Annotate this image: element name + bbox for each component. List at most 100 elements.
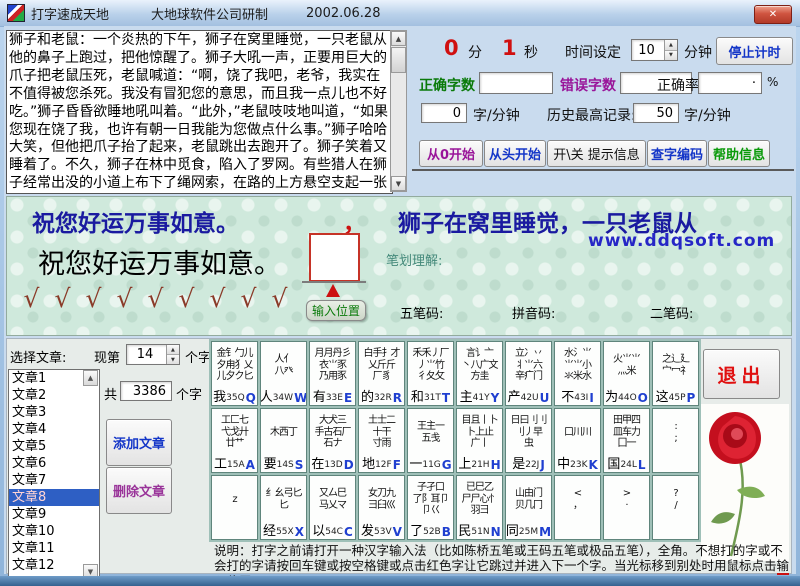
wubi-roots: 之辶廴宀冖礻 — [653, 342, 698, 389]
spin-up-icon[interactable]: ▲ — [167, 345, 179, 355]
wubi-roots: 立冫丷丬⺌六辛疒门 — [506, 342, 551, 389]
wubi-key-cell[interactable]: 水氵⺌⺌⺌小氺米水不43II — [554, 341, 601, 406]
timer-seconds-label: 秒 — [524, 42, 538, 62]
total-chars-unit: 个字 — [176, 384, 202, 403]
time-setting-value: 10 — [638, 43, 658, 58]
article-list-scrollbar[interactable]: ▲ ▼ — [82, 369, 99, 581]
wubi-key-label: 我35QQ — [212, 389, 257, 405]
spin-down-icon[interactable]: ▼ — [665, 51, 677, 61]
wubi-roots: 言讠亠丶八广文方圭 — [457, 342, 502, 389]
wubi-key-label — [212, 523, 257, 539]
wubi-key-label: 为44OO — [604, 389, 649, 405]
erbi-code-label: 二笔码: — [650, 303, 693, 322]
scroll-up-button[interactable]: ▲ — [391, 31, 406, 46]
wubi-key-cell[interactable]: 日曰刂刂刂丿早虫是22JJ — [505, 408, 552, 473]
wubi-key-cell[interactable]: 女刀九彐臼巛发53VV — [358, 475, 405, 540]
source-text-area[interactable]: 狮子和老鼠：一个炎热的下午，狮子在窝里睡觉，一只老鼠从他的鼻子上跑过，把他惊醒了… — [6, 30, 393, 194]
help-button[interactable]: 帮助信息 — [708, 140, 770, 167]
wubi-roots: 金钅勹儿夕甪犭乂儿夕ク匕 — [212, 342, 257, 389]
add-article-button[interactable]: 添加文章 — [106, 419, 172, 466]
wubi-roots: 大犬三手古石厂石ナ — [310, 409, 355, 456]
restart-from-top-button[interactable]: 从头开始 — [484, 140, 546, 167]
wubi-roots: :; — [653, 409, 698, 456]
exit-button[interactable]: 退出 — [703, 349, 780, 399]
wubi-key-label: 工15AA — [212, 456, 257, 472]
wubi-key-cell[interactable]: 大犬三手古石厂石ナ在13DD — [309, 408, 356, 473]
wubi-key-cell[interactable]: 山由门贝几冂同25MM — [505, 475, 552, 540]
window-date: 2002.06.28 — [306, 6, 380, 21]
list-scroll-up-button[interactable]: ▲ — [83, 370, 98, 386]
input-position-button[interactable]: 输入位置 — [306, 300, 366, 321]
scroll-up-icon: ▲ — [88, 374, 93, 382]
wubi-key-cell[interactable]: 口川川中23KK — [554, 408, 601, 473]
wubi-key-cell[interactable]: 子孑口了阝耳卩卩巜了52BB — [407, 475, 454, 540]
scroll-up-icon: ▲ — [396, 35, 401, 43]
wubi-key-cell[interactable]: 月月丹彡衣⺌豕乃用豕有33EE — [309, 341, 356, 406]
wubi-key-cell[interactable]: 土士二十干寸雨地12FF — [358, 408, 405, 473]
time-unit-label: 分钟 — [684, 42, 712, 62]
wubi-key-cell[interactable]: 之辶廴宀冖礻这45PP — [652, 341, 699, 406]
wubi-key-cell[interactable]: 纟幺弓匕匕经55XX — [260, 475, 307, 540]
check-mark-icon: √ — [78, 284, 109, 313]
toggle-hint-button[interactable]: 开\关 提示信息 — [547, 140, 646, 167]
text-scrollbar[interactable]: ▲ ▼ — [390, 30, 407, 192]
current-char-spinner[interactable]: 14 ▲ ▼ — [126, 344, 180, 365]
record-unit-label: 字/分钟 — [684, 105, 731, 125]
stop-timer-button[interactable]: 停止计时 — [716, 37, 793, 65]
wubi-key-cell[interactable]: 木西丁要14SS — [260, 408, 307, 473]
check-mark-icon: √ — [171, 284, 202, 313]
input-box-underline — [302, 281, 366, 283]
time-setting-spinner[interactable]: 10 ▲ ▼ — [631, 39, 678, 61]
wubi-key-cell[interactable]: z — [211, 475, 258, 540]
wubi-key-cell[interactable]: 目且丨卜卜上止广丨上21HH — [456, 408, 503, 473]
wubi-key-cell[interactable]: 言讠亠丶八广文方圭主41YY — [456, 341, 503, 406]
wubi-roots: 禾禾丿厂丿⺌竹彳夂攵 — [408, 342, 453, 389]
wubi-key-label: 国24LL — [604, 456, 649, 472]
stroke-hint-label: 笔划理解: — [386, 250, 442, 269]
wubi-roots: 女刀九彐臼巛 — [359, 476, 404, 523]
wubi-key-cell[interactable]: <， — [554, 475, 601, 540]
close-button[interactable]: ✕ — [754, 5, 792, 24]
window-subtitle: 大地球软件公司研制 — [151, 4, 268, 23]
wubi-roots: 又厶巳马乂マ — [310, 476, 355, 523]
current-char-unit: 个字 — [185, 347, 211, 366]
wubi-key-cell[interactable]: :; — [652, 408, 699, 473]
delete-article-button[interactable]: 删除文章 — [106, 467, 172, 514]
wubi-roots: <， — [555, 476, 600, 523]
stats-separator — [412, 169, 794, 171]
source-text: 狮子和老鼠：一个炎热的下午，狮子在窝里睡觉，一只老鼠从他的鼻子上跑过，把他惊醒了… — [9, 32, 388, 194]
wubi-key-cell[interactable]: 又厶巳马乂マ以54CC — [309, 475, 356, 540]
wubi-key-cell[interactable]: 王主一五戋一11GG — [407, 408, 454, 473]
wubi-key-cell[interactable]: 已巳乙尸尸心忄羽⺕民51NN — [456, 475, 503, 540]
select-article-label: 选择文章: — [10, 347, 66, 366]
title-bar[interactable]: 打字速成天地 大地球软件公司研制 2002.06.28 — [0, 0, 800, 27]
input-position-box[interactable] — [309, 233, 360, 282]
wubi-key-cell[interactable]: >· — [603, 475, 650, 540]
wubi-key-cell[interactable]: 禾禾丿厂丿⺌竹彳夂攵和31TT — [407, 341, 454, 406]
wubi-key-cell[interactable]: 火⺌⺌灬米为44OO — [603, 341, 650, 406]
scroll-down-button[interactable]: ▼ — [391, 176, 406, 191]
wubi-key-cell[interactable]: 人亻八癶人34WW — [260, 341, 307, 406]
total-chars-input: 3386 — [120, 381, 172, 401]
accuracy-input[interactable]: · — [698, 72, 762, 94]
wubi-key-label: 民51NN — [457, 523, 502, 539]
wubi-key-cell[interactable]: ?/ — [652, 475, 699, 540]
wubi-key-cell[interactable]: 立冫丷丬⺌六辛疒门产42UU — [505, 341, 552, 406]
wubi-key-cell[interactable]: 田甲四皿车力囗一国24LL — [603, 408, 650, 473]
wubi-roots: 工匚七弋戈廾廿艹 — [212, 409, 257, 456]
current-char-value: 14 — [137, 347, 157, 362]
wubi-roots: 王主一五戋 — [408, 409, 453, 456]
website-text: www.ddqsoft.com — [588, 231, 775, 251]
wubi-grid: 金钅勹儿夕甪犭乂儿夕ク匕我35QQ人亻八癶人34WW月月丹彡衣⺌豕乃用豕有33E… — [209, 339, 701, 542]
lookup-code-button[interactable]: 查字编码 — [647, 140, 707, 167]
close-icon: ✕ — [769, 9, 777, 20]
spin-down-icon[interactable]: ▼ — [167, 355, 179, 364]
scroll-thumb[interactable] — [391, 47, 406, 73]
wubi-key-label: 经55XX — [261, 523, 306, 539]
spin-up-icon[interactable]: ▲ — [665, 40, 677, 51]
correct-count-input[interactable] — [479, 72, 553, 94]
wubi-key-cell[interactable]: 工匚七弋戈廾廿艹工15AA — [211, 408, 258, 473]
wubi-key-cell[interactable]: 白手扌才乂斤斤厂豸的32RR — [358, 341, 405, 406]
wubi-key-cell[interactable]: 金钅勹儿夕甪犭乂儿夕ク匕我35QQ — [211, 341, 258, 406]
restart-from-zero-button[interactable]: 从0开始 — [419, 140, 483, 167]
